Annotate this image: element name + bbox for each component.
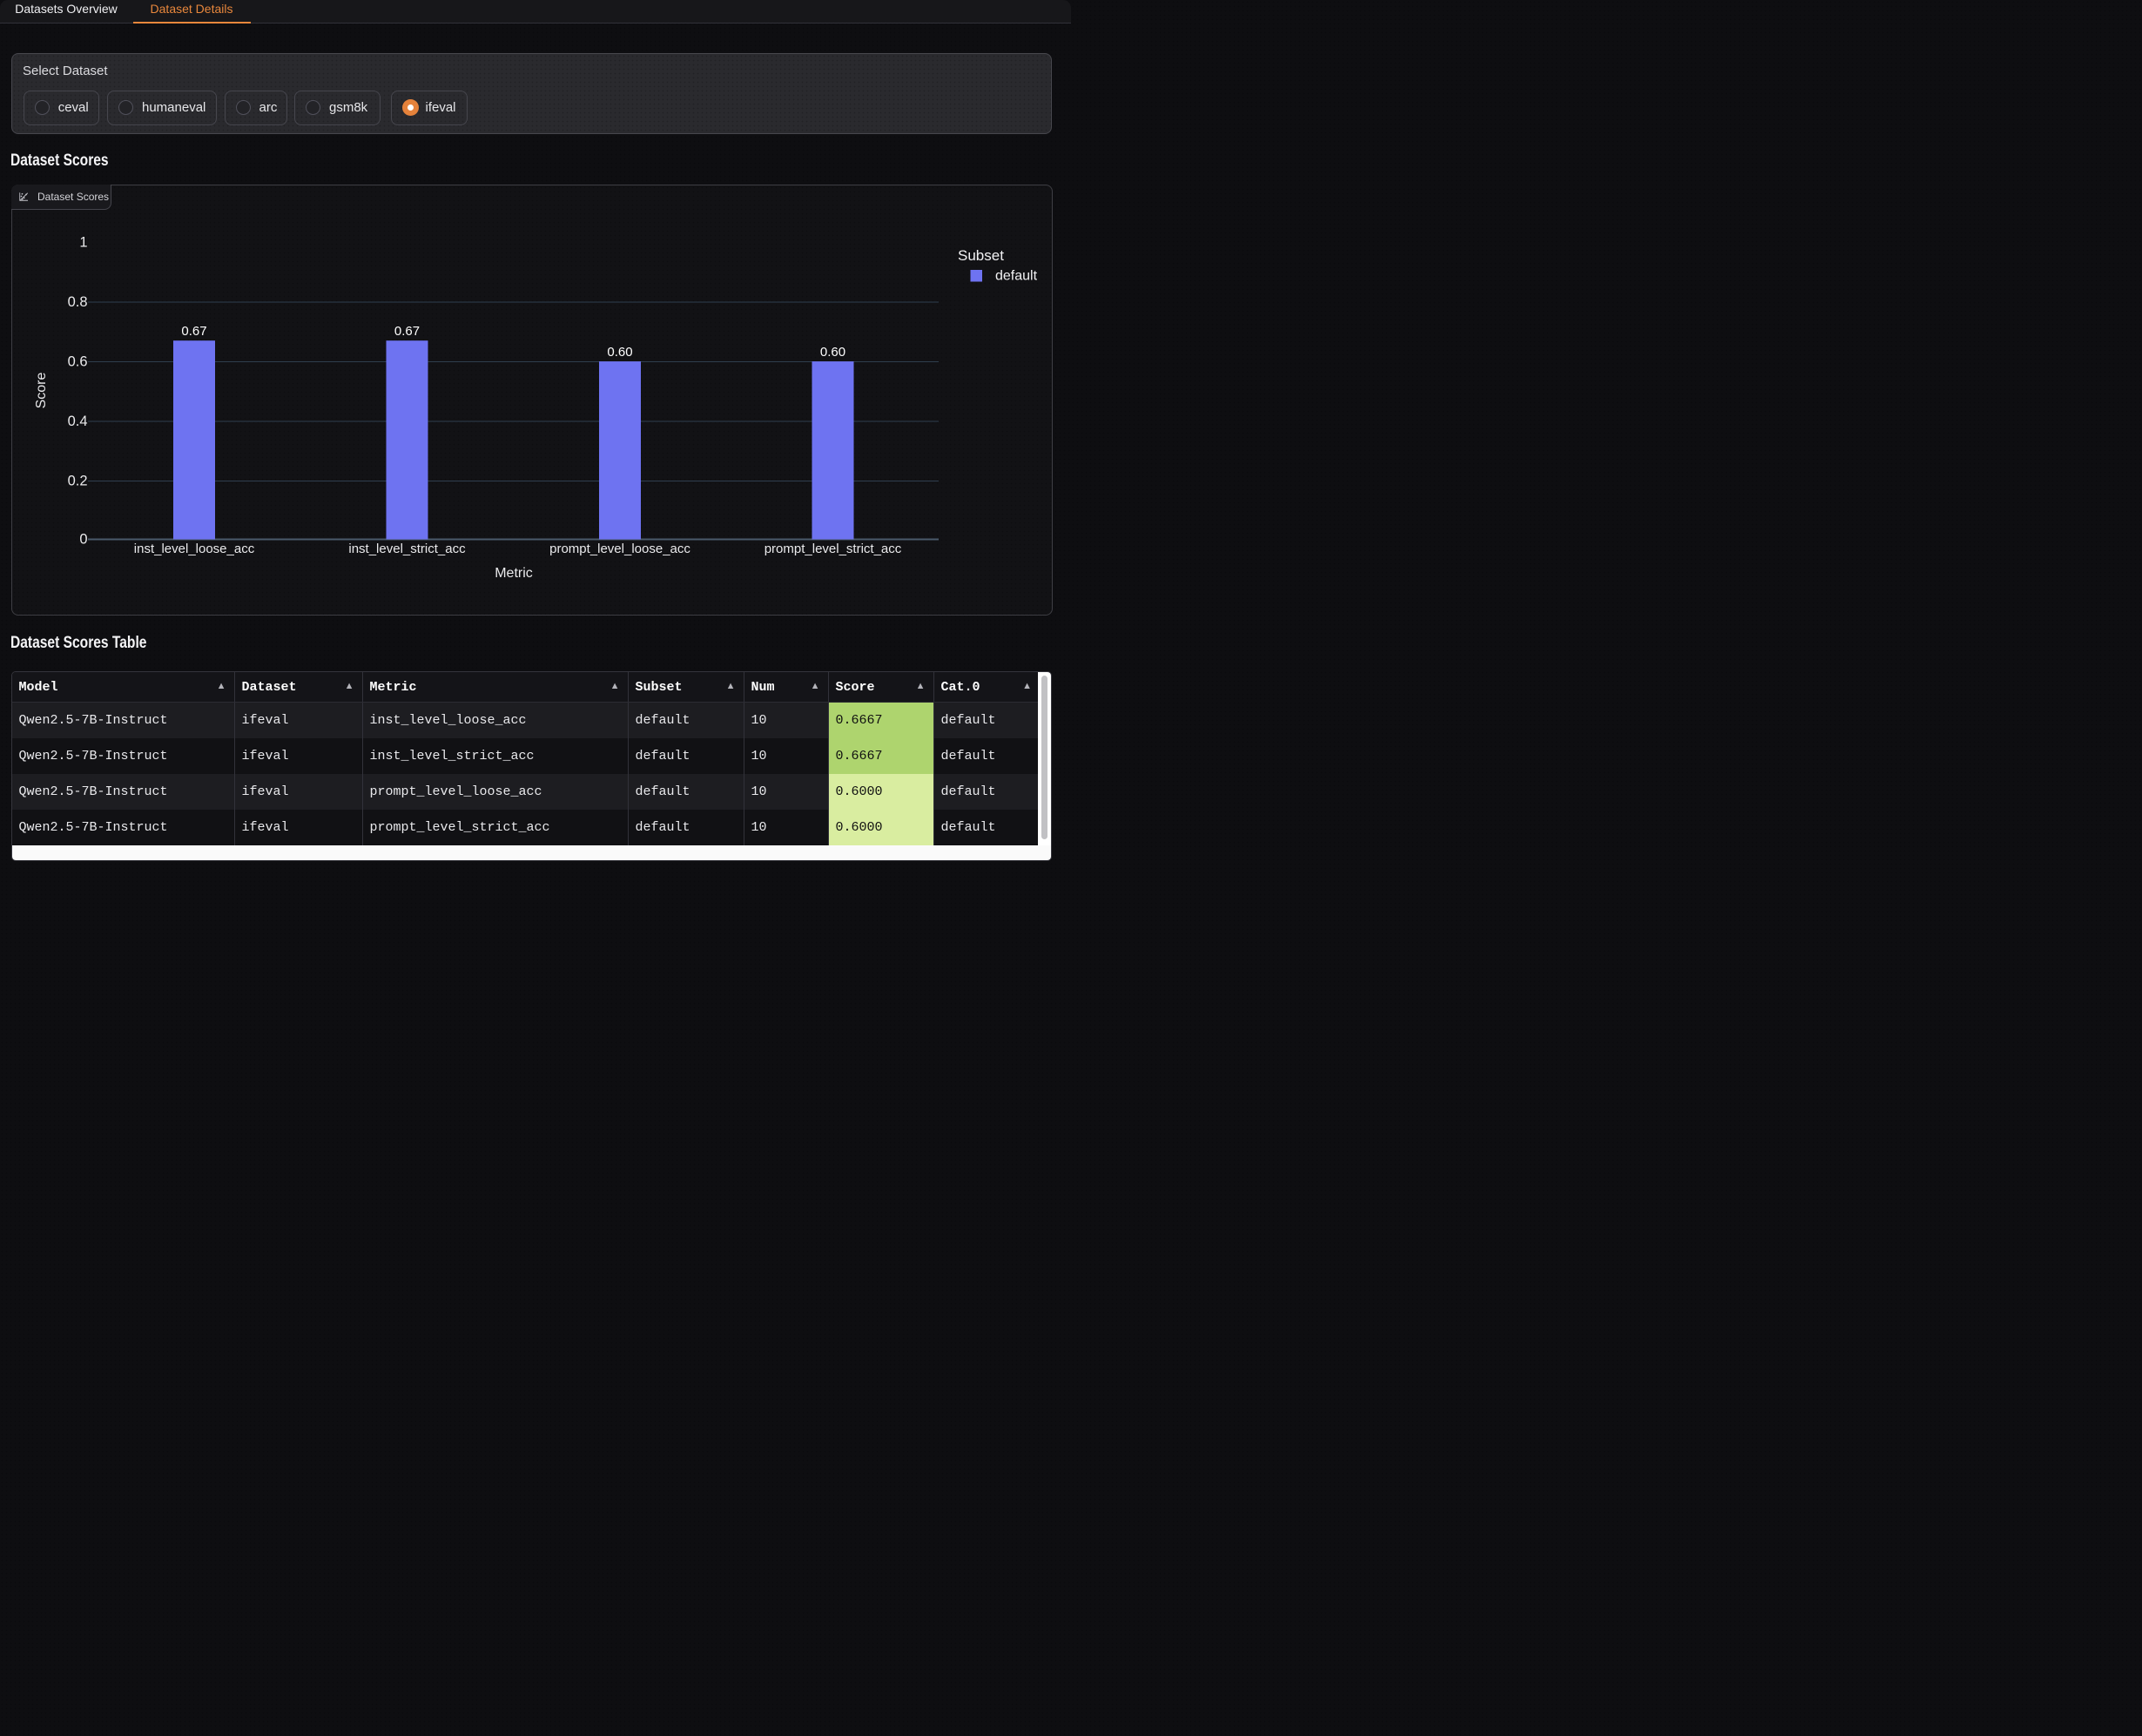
svg-text:0.67: 0.67	[181, 324, 206, 339]
svg-text:0.8: 0.8	[67, 294, 87, 310]
svg-text:prompt_level_strict_acc: prompt_level_strict_acc	[764, 542, 901, 556]
svg-text:0.6: 0.6	[67, 354, 87, 370]
svg-text:0.2: 0.2	[67, 474, 87, 489]
svg-text:0.60: 0.60	[819, 345, 845, 360]
svg-text:0.67: 0.67	[394, 324, 419, 339]
svg-text:prompt_level_loose_acc: prompt_level_loose_acc	[549, 542, 690, 556]
svg-text:0: 0	[79, 532, 87, 548]
svg-text:Metric: Metric	[495, 566, 533, 581]
svg-text:Subset: Subset	[958, 247, 1004, 264]
svg-text:0.4: 0.4	[67, 414, 87, 429]
svg-text:Score: Score	[34, 373, 49, 409]
svg-text:1: 1	[79, 235, 87, 251]
svg-text:default: default	[995, 269, 1038, 284]
svg-text:inst_level_strict_acc: inst_level_strict_acc	[348, 542, 466, 556]
svg-text:0.60: 0.60	[607, 345, 632, 360]
svg-text:inst_level_loose_acc: inst_level_loose_acc	[133, 542, 254, 556]
